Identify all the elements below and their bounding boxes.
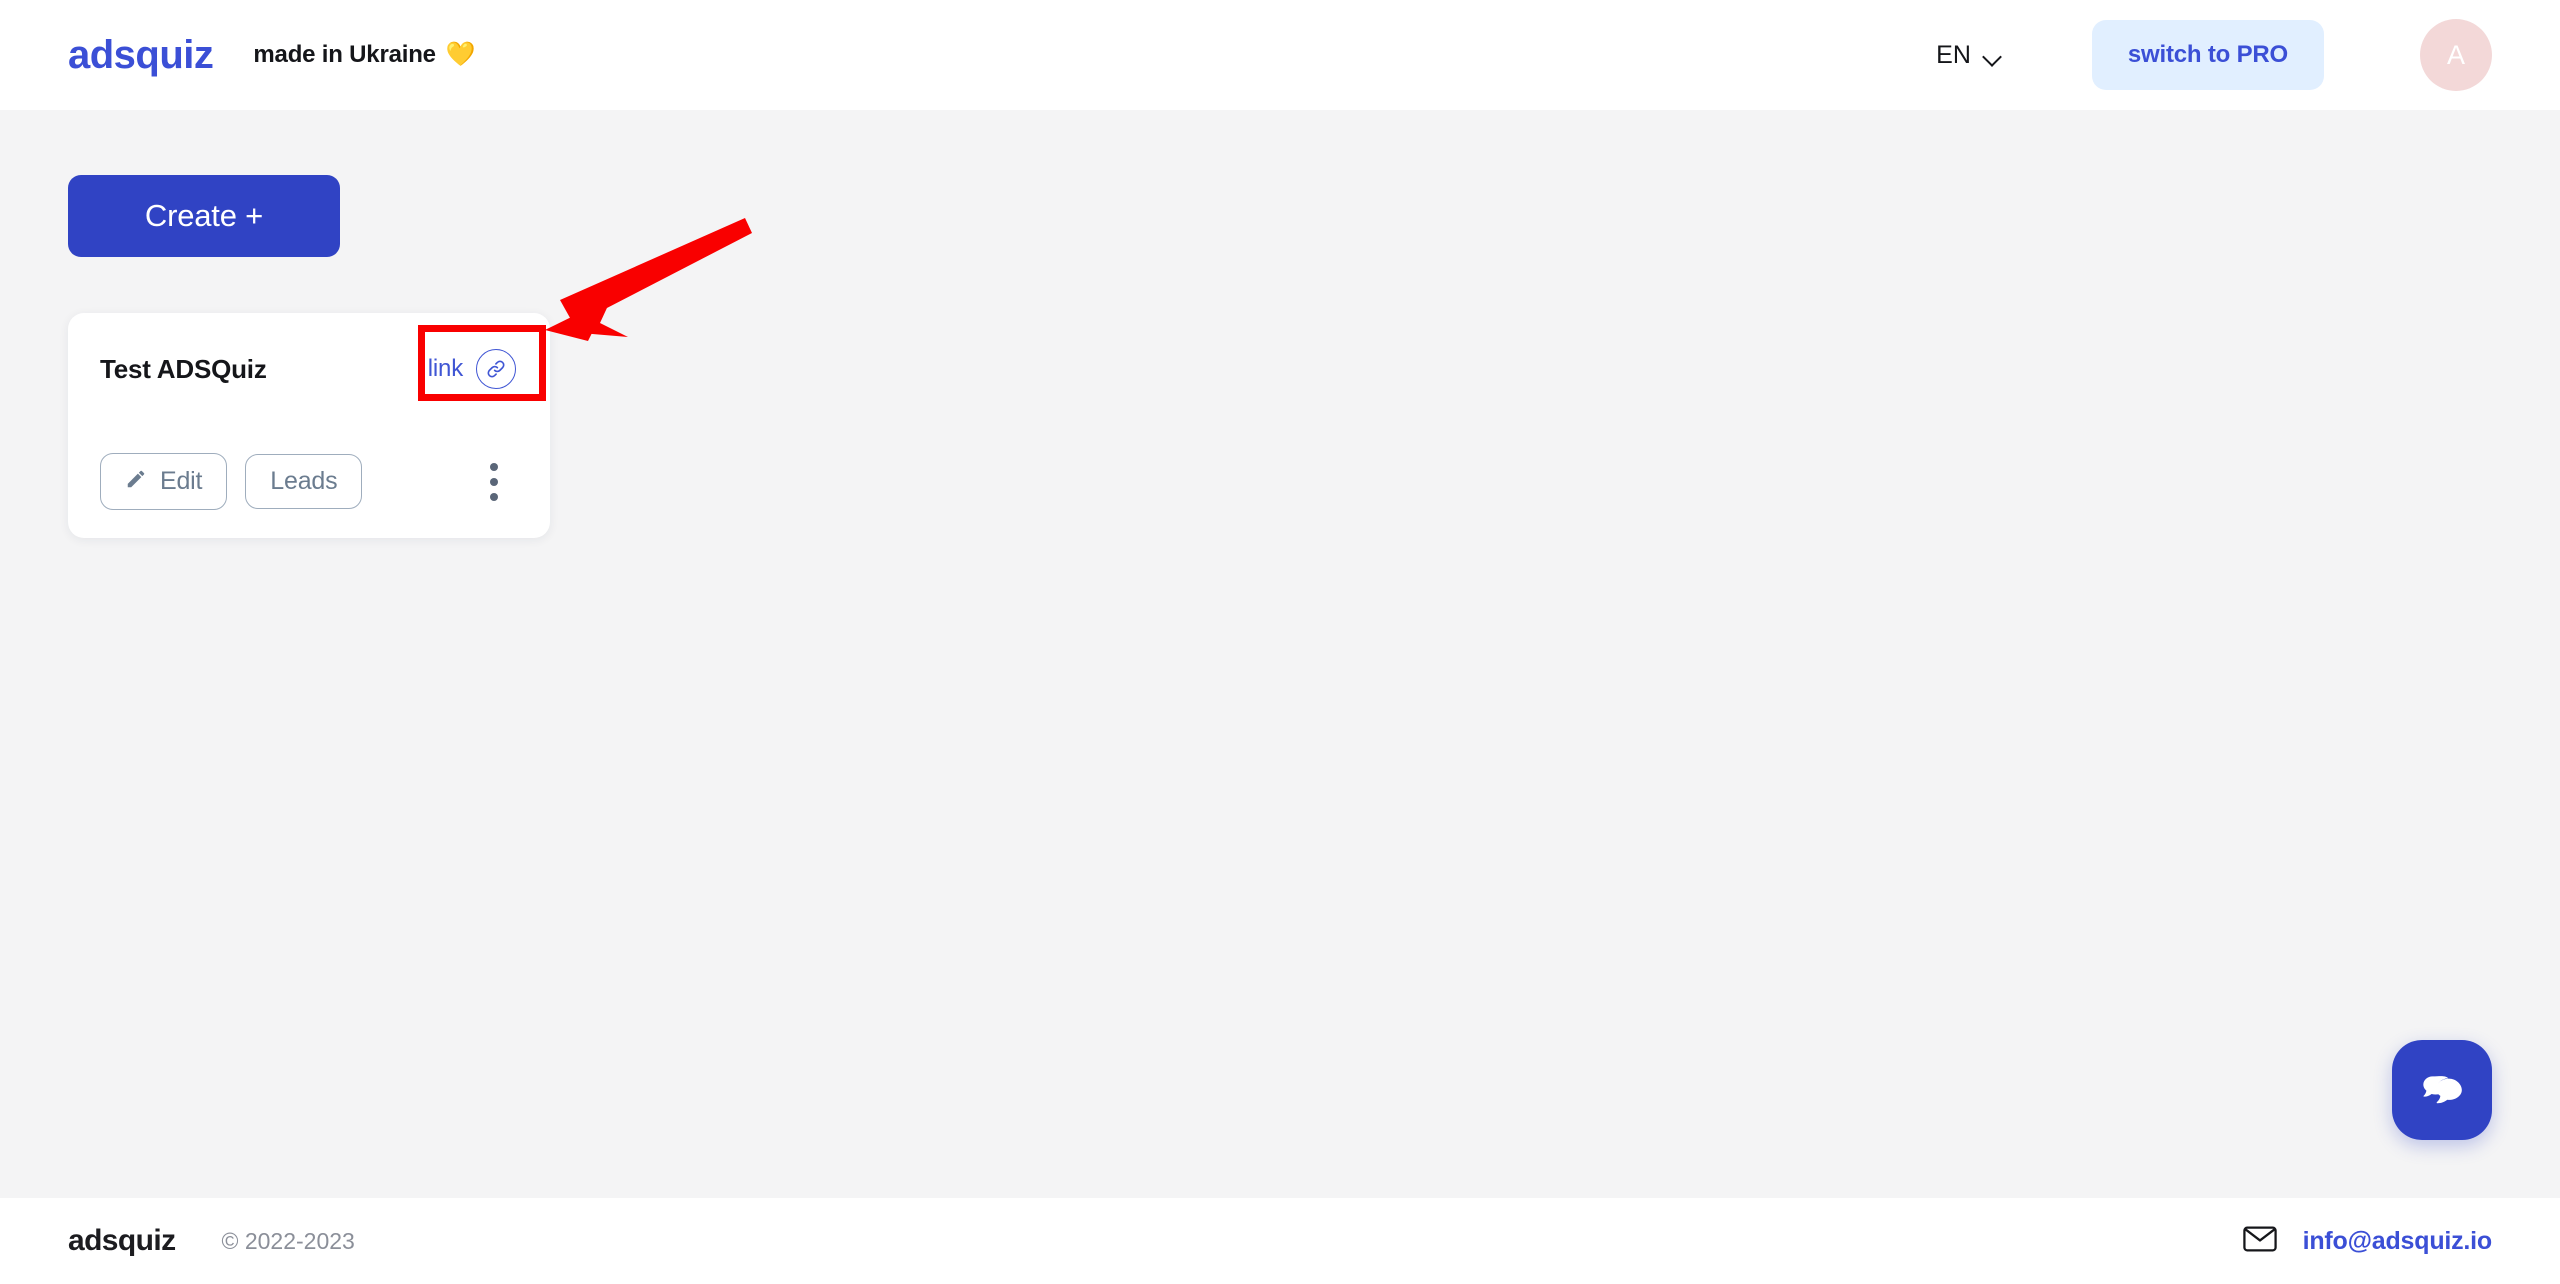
kebab-dot <box>490 462 498 471</box>
made-in-ukraine-label: made in Ukraine 💛 <box>253 41 475 69</box>
quiz-link-label: link <box>427 355 463 382</box>
quiz-list: Test ADSQuiz link Edit Leads <box>68 313 2492 538</box>
switch-to-pro-button[interactable]: switch to PRO <box>2091 20 2324 90</box>
chat-bubbles-icon <box>2414 1060 2470 1121</box>
language-switcher[interactable]: EN <box>1930 31 2008 80</box>
kebab-dot <box>490 492 498 501</box>
edit-button-label: Edit <box>160 467 203 495</box>
kebab-vertical-icon[interactable] <box>470 455 518 509</box>
footer-copyright: © 2022-2023 <box>221 1227 355 1254</box>
leads-button-label: Leads <box>270 467 338 495</box>
made-in-ukraine-text: made in Ukraine <box>253 41 436 68</box>
pencil-icon <box>125 468 147 495</box>
yellow-heart-icon: 💛 <box>445 41 476 68</box>
header-actions: EN switch to PRO A <box>1930 19 2492 91</box>
quiz-card: Test ADSQuiz link Edit Leads <box>68 313 550 538</box>
avatar[interactable]: A <box>2420 19 2492 91</box>
brand-logo[interactable]: adsquiz <box>68 33 214 78</box>
chat-widget-button[interactable] <box>2392 1040 2492 1140</box>
footer-logo: adsquiz <box>68 1224 176 1257</box>
quiz-card-title: Test ADSQuiz <box>100 353 267 384</box>
quiz-link-button[interactable]: link <box>426 345 518 393</box>
chevron-down-icon <box>1984 50 2002 61</box>
site-footer: adsquiz © 2022-2023 info@adsquiz.io <box>0 1198 2560 1284</box>
footer-contact: info@adsquiz.io <box>2242 1226 2493 1257</box>
envelope-icon <box>2242 1226 2277 1257</box>
leads-button[interactable]: Leads <box>245 454 363 509</box>
avatar-initial: A <box>2446 39 2465 70</box>
edit-button[interactable]: Edit <box>100 453 228 510</box>
kebab-dot <box>490 477 498 486</box>
language-switcher-label: EN <box>1936 40 1971 69</box>
site-header: adsquiz made in Ukraine 💛 EN switch to P… <box>0 0 2560 110</box>
quiz-card-header: Test ADSQuiz link <box>100 343 518 395</box>
chain-link-icon <box>476 349 516 389</box>
main-content: Create + Test ADSQuiz link Edit Leads <box>0 110 2560 538</box>
footer-email-link[interactable]: info@adsquiz.io <box>2303 1227 2493 1256</box>
create-button[interactable]: Create + <box>68 175 340 257</box>
quiz-card-actions: Edit Leads <box>100 453 518 510</box>
